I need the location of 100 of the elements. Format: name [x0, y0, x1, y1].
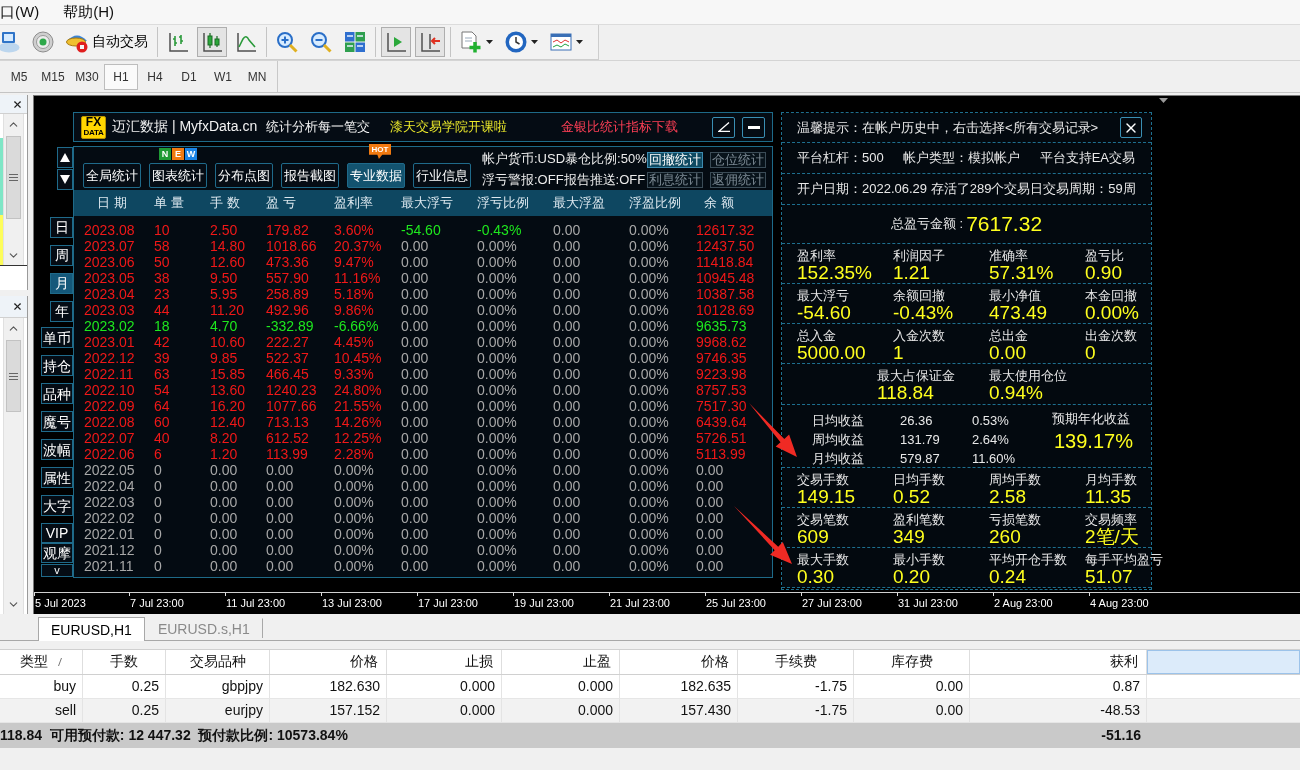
table-cell: 2022.03: [84, 494, 135, 510]
table-cell: 0.00: [401, 558, 429, 574]
table-cell: 0.00: [401, 366, 429, 382]
tab[interactable]: 全局统计: [83, 163, 141, 188]
stat-label: 入金次数: [893, 328, 945, 343]
menu-item[interactable]: 口(W): [0, 2, 40, 22]
table-row[interactable]: buy 0.25 gbpjpy 182.630 0.000 0.000 182.635 -1.75 0.00 0.87: [0, 675, 1300, 699]
scrollbar[interactable]: [3, 114, 24, 265]
angle-button[interactable]: [712, 116, 735, 138]
toolbar-button[interactable]: 自动交易: [62, 27, 152, 57]
account-info: 平台支持EA交易: [1039, 149, 1135, 167]
table-cell: 9635.73: [696, 318, 747, 334]
time-axis-label: 2 Aug 23:00: [994, 596, 1053, 610]
filter-button[interactable]: 持仓: [41, 355, 73, 376]
column-header[interactable]: 手数: [110, 653, 138, 671]
menu-item[interactable]: 帮助(H): [63, 2, 114, 22]
scroll-thumb[interactable]: [6, 136, 21, 219]
scroll-down-button[interactable]: [57, 169, 73, 190]
promo-link[interactable]: 漆天交易学院开课啦: [390, 118, 508, 136]
close-icon[interactable]: [12, 98, 23, 110]
stat-label: 余额回撤: [893, 288, 945, 303]
column-header: 手 数: [210, 194, 240, 212]
table-cell: 0.00: [266, 542, 294, 558]
column-header: 浮盈比例: [629, 194, 681, 212]
column-header[interactable]: 库存费: [890, 653, 933, 671]
filter-button[interactable]: 品种: [41, 383, 73, 404]
table-cell: 9.50: [210, 270, 238, 286]
filter-button[interactable]: 波幅: [41, 439, 73, 460]
tab[interactable]: 专业数据: [347, 163, 405, 188]
shift-marker-icon[interactable]: [1159, 98, 1168, 103]
close-button[interactable]: [1120, 117, 1142, 138]
table-cell: 23: [154, 286, 170, 302]
timeframe-button[interactable]: M15: [36, 63, 70, 90]
timeframe-button[interactable]: W1: [206, 63, 240, 90]
column-header[interactable]: 止盈: [583, 653, 611, 671]
table-cell: 0.00: [553, 414, 581, 430]
scroll-thumb[interactable]: [6, 340, 21, 412]
annual-value: 139.17%: [1054, 430, 1134, 452]
chart-tab[interactable]: EURUSD,H1: [38, 617, 145, 641]
column-header[interactable]: 价格: [701, 653, 729, 671]
tab[interactable]: 报告截图: [281, 163, 339, 188]
table-cell: 0.00: [401, 510, 429, 526]
stat-label: 最小手数: [893, 552, 945, 567]
stat-label: 出金次数: [1085, 328, 1137, 343]
column-header[interactable]: 交易品种: [189, 653, 246, 671]
scrollbar[interactable]: [3, 318, 24, 614]
timeframe-button[interactable]: D1: [172, 63, 206, 90]
download-link[interactable]: 金银比统计指标下载: [561, 118, 678, 136]
table-cell: 4.45%: [334, 334, 374, 350]
stat-value: 118.84: [877, 383, 934, 403]
table-cell: 0.00: [854, 675, 970, 698]
toolbar-button[interactable]: [415, 27, 445, 57]
period-button[interactable]: 周: [50, 245, 73, 266]
table-cell: 2022.01: [84, 526, 135, 542]
close-icon[interactable]: [12, 301, 23, 312]
period-button[interactable]: 月: [50, 273, 73, 294]
scroll-up-button[interactable]: [57, 147, 73, 168]
toolbar-button[interactable]: [197, 27, 227, 57]
table-cell: 0.00: [401, 494, 429, 510]
filter-button[interactable]: 大字: [41, 495, 73, 516]
filter-button[interactable]: 单币: [41, 327, 73, 348]
column-header[interactable]: 价格: [350, 653, 378, 671]
column-header[interactable]: 类型: [20, 653, 62, 671]
filter-button[interactable]: 观摩: [41, 543, 73, 563]
table-cell: 0.00%: [334, 558, 374, 574]
period-button[interactable]: 日: [50, 217, 73, 238]
table-cell: 0.00: [401, 526, 429, 542]
more-button[interactable]: v: [41, 564, 73, 577]
table-cell: 0.00%: [477, 254, 517, 270]
filter-button[interactable]: 属性: [41, 467, 73, 488]
table-row[interactable]: sell 0.25 eurjpy 157.152 0.000 0.000 157.430 -1.75 0.00 -48.53: [0, 699, 1300, 723]
timeframe-button[interactable]: MN: [240, 63, 274, 90]
stat-label: 盈利率: [797, 248, 836, 263]
table-cell: 2022.11: [84, 366, 134, 382]
table-cell: -0.43%: [477, 222, 522, 238]
table-cell: 0.00%: [334, 462, 374, 478]
timeframe-button[interactable]: H4: [138, 63, 172, 90]
timeframe-button[interactable]: H1: [104, 63, 138, 90]
table-cell: 0.00%: [477, 270, 517, 286]
filter-button[interactable]: 魔号: [41, 411, 73, 432]
minimize-button[interactable]: [742, 116, 765, 138]
notice-text: 温馨提示：在帐户历史中，右击选择<所有交易记录>: [797, 118, 1099, 137]
column-header[interactable]: 获利: [1110, 653, 1138, 671]
period-button[interactable]: 年: [50, 301, 73, 322]
column-header[interactable]: 止损: [465, 653, 493, 671]
column-header[interactable]: 手续费: [774, 653, 817, 671]
table-cell: 2022.02: [84, 510, 135, 526]
table-cell: 0.00%: [477, 238, 517, 254]
table-cell: 0.00%: [477, 302, 517, 318]
report-button[interactable]: 回撤统计: [646, 152, 703, 168]
toolbar-button[interactable]: [381, 27, 411, 57]
tab[interactable]: 图表统计: [149, 163, 207, 188]
table-cell: 5.18%: [334, 286, 374, 302]
timeframe-button[interactable]: M30: [70, 63, 104, 90]
filter-button[interactable]: VIP: [41, 523, 73, 543]
tab[interactable]: 分布点图: [215, 163, 273, 188]
table-cell: 14.26%: [334, 414, 382, 430]
tab[interactable]: 行业信息: [413, 163, 471, 188]
timeframe-button[interactable]: M5: [2, 63, 36, 90]
stat-value: 152.35%: [797, 263, 872, 283]
